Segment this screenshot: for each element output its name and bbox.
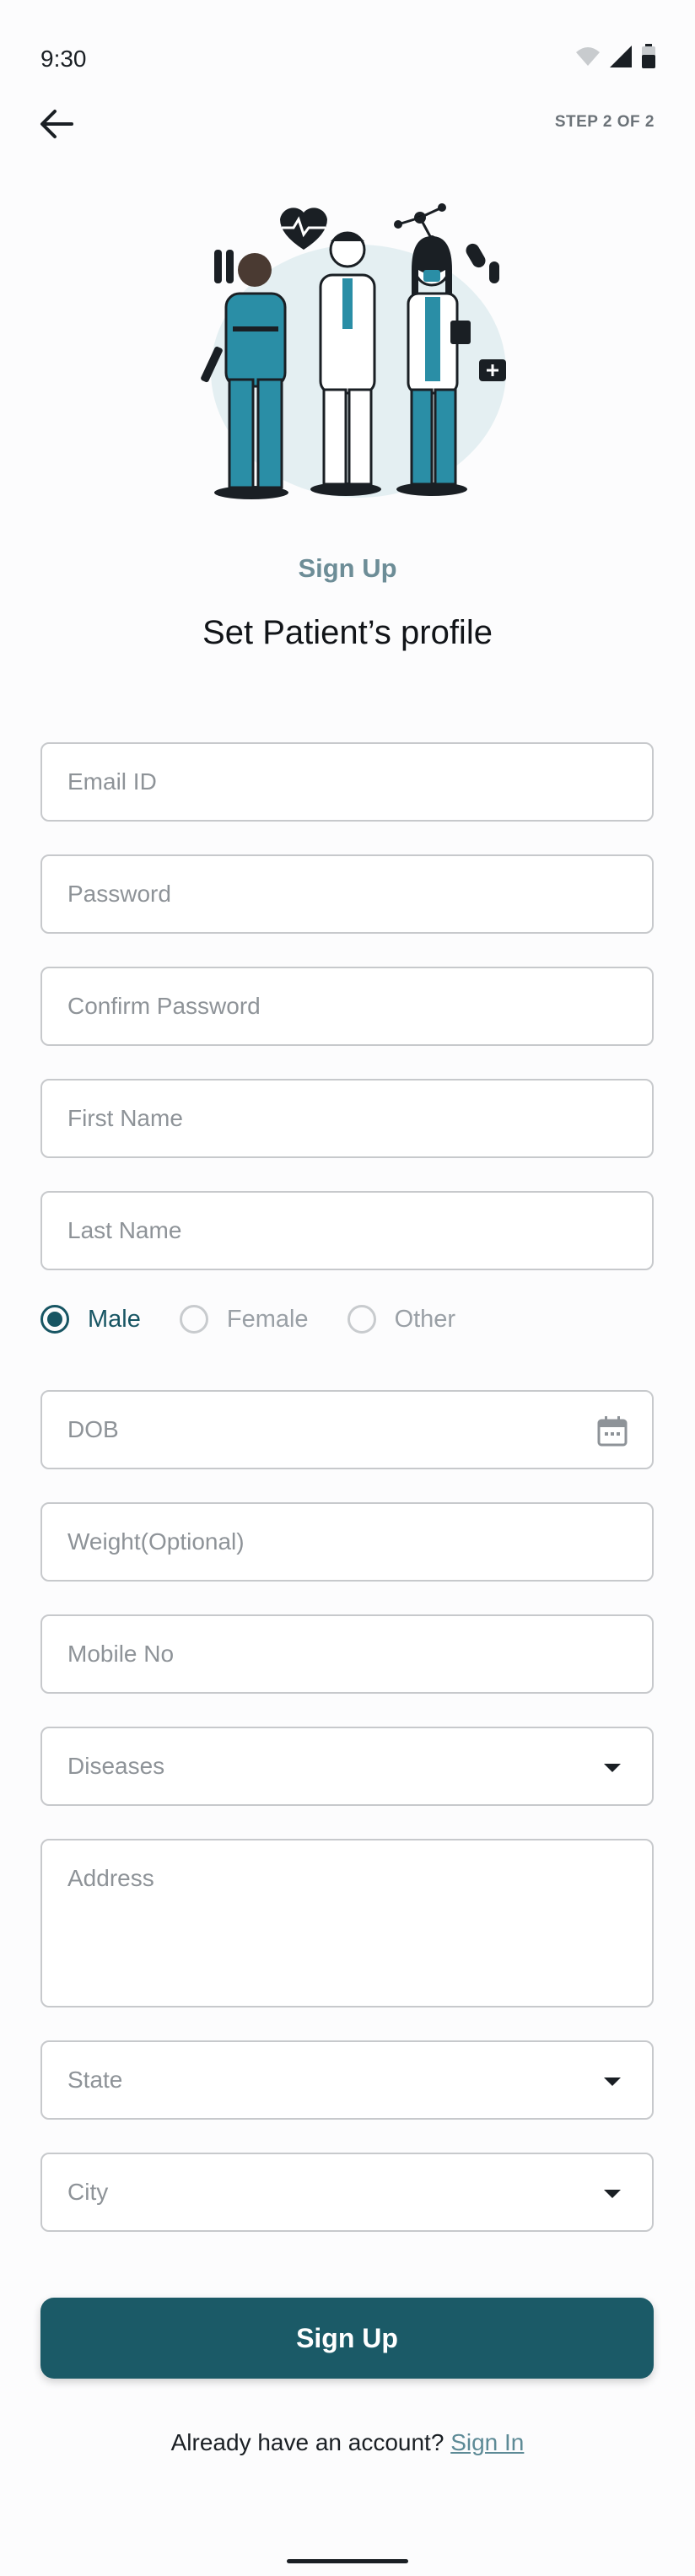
city-dropdown[interactable]: City (40, 2153, 654, 2232)
email-field[interactable]: Email ID (40, 742, 654, 822)
state-placeholder: State (67, 2067, 123, 2093)
address-field[interactable]: Address (40, 1839, 654, 2007)
city-placeholder: City (67, 2179, 109, 2205)
diseases-placeholder: Diseases (67, 1753, 165, 1779)
battery-icon (642, 44, 655, 68)
wifi-icon (576, 47, 600, 66)
signin-prompt: Already have an account? (170, 2429, 444, 2455)
password-field[interactable]: Password (40, 854, 654, 934)
last-name-field[interactable]: Last Name (40, 1191, 654, 1270)
signup-eyebrow: Sign Up (298, 553, 397, 583)
mobile-placeholder: Mobile No (67, 1641, 175, 1667)
home-indicator[interactable] (287, 2559, 408, 2563)
first-name-placeholder: First Name (67, 1105, 183, 1131)
status-time: 9:30 (40, 46, 87, 72)
diseases-dropdown[interactable]: Diseases (40, 1727, 654, 1806)
address-placeholder: Address (67, 1865, 154, 1891)
status-bar: 9:30 (0, 0, 695, 118)
gender-label-male: Male (88, 1305, 141, 1333)
radio-selected-icon (40, 1305, 69, 1334)
gender-radio-other[interactable]: Other (347, 1305, 456, 1334)
gender-label-other: Other (394, 1305, 456, 1333)
gender-radio-female[interactable]: Female (179, 1305, 309, 1334)
radio-unselected-icon (179, 1305, 208, 1334)
dropdown-caret-icon (596, 1752, 628, 1784)
doctors-illustration (201, 203, 506, 499)
gender-radio-group: Male Female Other (40, 1299, 494, 1339)
radio-unselected-icon (347, 1305, 376, 1334)
calendar-icon[interactable] (596, 1415, 628, 1447)
state-dropdown[interactable]: State (40, 2040, 654, 2120)
sign-up-button[interactable]: Sign Up (40, 2298, 654, 2379)
email-placeholder: Email ID (67, 768, 157, 795)
dob-field[interactable]: DOB (40, 1390, 654, 1469)
confirm-password-placeholder: Confirm Password (67, 993, 261, 1019)
step-indicator: STEP 2 OF 2 (554, 113, 655, 131)
sign-in-link[interactable]: Sign In (450, 2429, 524, 2455)
back-button[interactable] (35, 103, 78, 145)
signin-prompt-row: Already have an account? Sign In (0, 2429, 695, 2456)
weight-placeholder: Weight(Optional) (67, 1528, 245, 1555)
mobile-field[interactable]: Mobile No (40, 1614, 654, 1694)
gender-label-female: Female (226, 1305, 309, 1333)
last-name-placeholder: Last Name (67, 1217, 182, 1243)
confirm-password-field[interactable]: Confirm Password (40, 967, 654, 1046)
weight-field[interactable]: Weight(Optional) (40, 1502, 654, 1582)
dob-placeholder: DOB (67, 1416, 119, 1442)
signal-icon (610, 46, 632, 67)
status-icons (575, 44, 656, 69)
back-arrow-icon (40, 110, 73, 138)
password-placeholder: Password (67, 881, 171, 907)
dropdown-caret-icon (596, 2066, 628, 2098)
first-name-field[interactable]: First Name (40, 1079, 654, 1158)
dropdown-caret-icon (596, 2178, 628, 2210)
gender-radio-male[interactable]: Male (40, 1305, 141, 1334)
page-title: Set Patient’s profile (202, 614, 493, 651)
